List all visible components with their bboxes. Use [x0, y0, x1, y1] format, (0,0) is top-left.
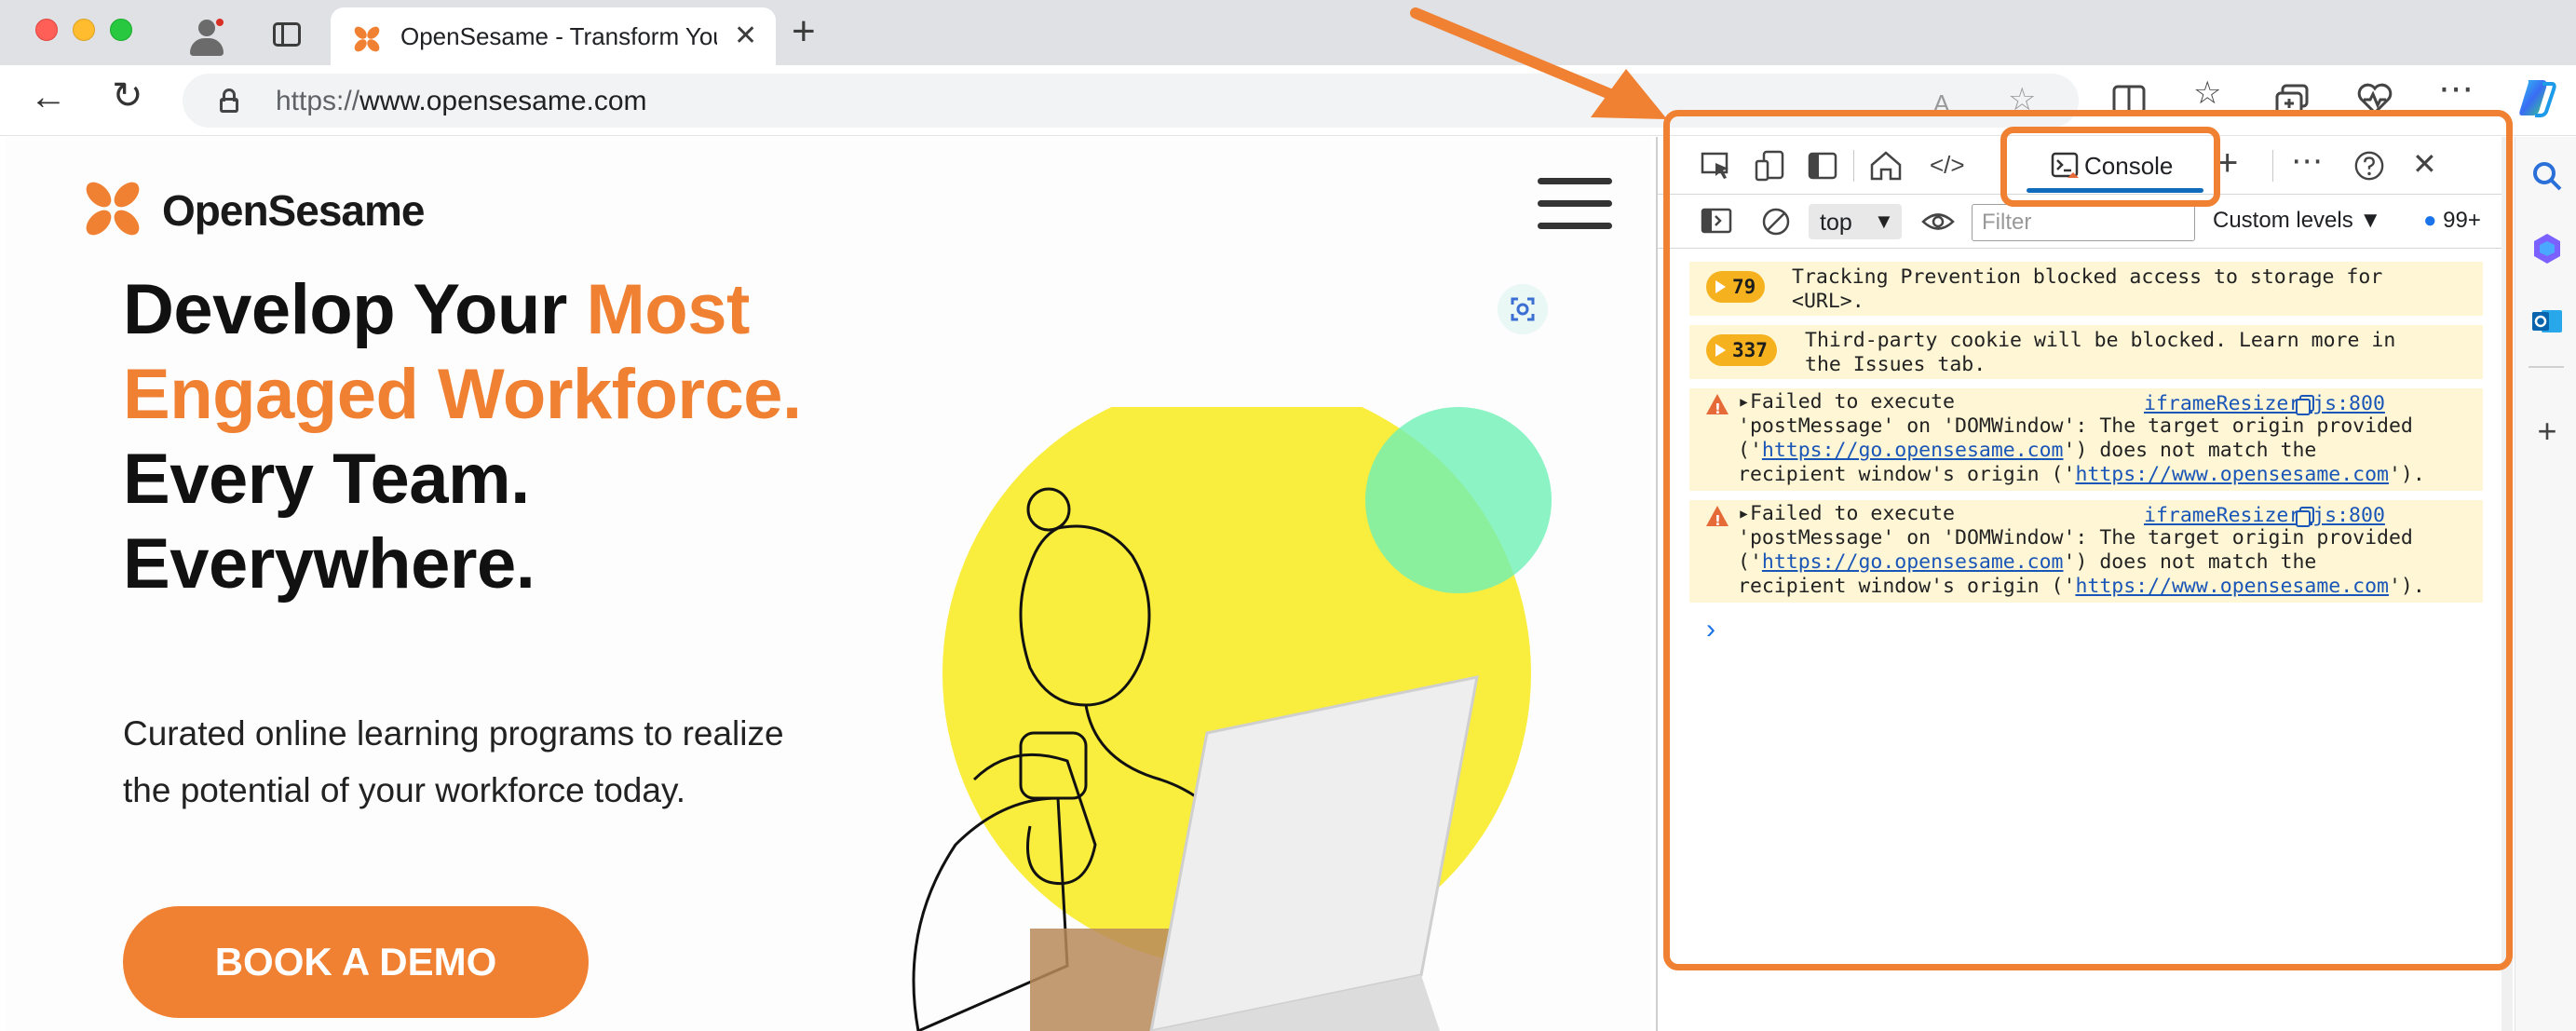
hero-subcopy: Curated online learning programs to real… — [123, 714, 784, 809]
message-count-badge[interactable]: 79 — [1706, 271, 1766, 303]
opensesame-logo[interactable]: OpenSesame — [80, 176, 453, 241]
console-filter-bar: top ▼ Filter Custom levels ▼ ● 99+ — [1658, 195, 2501, 249]
sidebar-toggle-icon[interactable] — [1701, 206, 1732, 237]
reload-icon[interactable]: ↻ — [112, 77, 143, 115]
issues-counter[interactable]: ● 99+ — [2423, 208, 2481, 234]
add-app-icon[interactable]: + — [2530, 414, 2564, 448]
copy-icon[interactable] — [2295, 506, 2315, 528]
back-icon[interactable]: ← — [30, 78, 67, 115]
console-tab-label: Console — [2084, 152, 2174, 180]
favorite-icon[interactable]: ☆ — [2008, 83, 2036, 116]
chevron-down-icon: ▼ — [1874, 210, 1894, 233]
warning-icon — [1706, 394, 1729, 421]
page-content: OpenSesame Develop Your Most Engaged Wor… — [6, 137, 1652, 1031]
origin-link[interactable]: https://www.opensesame.com — [2075, 463, 2389, 486]
origin-link[interactable]: https://www.opensesame.com — [2075, 575, 2389, 598]
source-link[interactable]: iframeResizer.js:800 — [2144, 504, 2385, 528]
console-warning[interactable]: ▸Failed to execute iframeResizer.js:800 … — [1689, 500, 2483, 603]
origin-link[interactable]: https://go.opensesame.com — [1762, 550, 2064, 574]
custom-levels-dropdown[interactable]: Custom levels ▼ — [2213, 208, 2381, 234]
search-icon[interactable] — [2530, 159, 2564, 193]
browser-toolbar: ← ↻ https://www.opensesame.com A ☆ ☆ ⋯ — [0, 65, 2576, 136]
favorites-icon[interactable]: ☆ — [2193, 76, 2221, 110]
tab-title: OpenSesame - Transform Your — [400, 22, 717, 50]
shopping-icon[interactable] — [2530, 232, 2564, 265]
visual-search-icon[interactable] — [1498, 284, 1548, 334]
elements-icon[interactable]: </> — [1930, 151, 1965, 183]
new-tab-button[interactable]: + — [792, 11, 816, 52]
more-tools-icon[interactable]: ⋯ — [2291, 142, 2323, 179]
devtools-tab-bar: </> Console + ⋯ ✕ — [1658, 137, 2501, 195]
tab-opensesame[interactable]: OpenSesame - Transform Your ✕ — [331, 7, 776, 65]
copy-icon[interactable] — [2295, 394, 2315, 416]
profile-icon[interactable] — [186, 15, 227, 56]
console-prompt[interactable]: › — [1706, 614, 1715, 645]
clear-console-icon[interactable] — [1760, 206, 1792, 237]
active-tab-indicator — [2027, 188, 2203, 193]
context-selector[interactable]: top ▼ — [1809, 204, 1902, 239]
devtools-scrollbar[interactable] — [2501, 137, 2513, 1031]
origin-link[interactable]: https://go.opensesame.com — [1762, 439, 2064, 462]
welcome-icon[interactable] — [1868, 150, 1904, 182]
hamburger-menu-icon[interactable] — [1538, 178, 1612, 230]
web-page: OpenSesame Develop Your Most Engaged Wor… — [0, 137, 1658, 1031]
read-aloud-icon[interactable]: A — [1933, 87, 1949, 120]
filter-input[interactable]: Filter — [1972, 204, 2195, 241]
scan-icon — [1511, 297, 1535, 321]
tab-console[interactable]: Console — [2019, 137, 2205, 195]
url-text[interactable]: https://www.opensesame.com — [276, 86, 647, 117]
context-value: top — [1820, 210, 1852, 236]
devtools-panel: </> Console + ⋯ ✕ top ▼ Filter Custom le… — [1656, 137, 2501, 1031]
inspect-icon[interactable] — [1701, 150, 1732, 182]
console-output: 79 Tracking Prevention blocked access to… — [1658, 249, 2501, 1031]
add-tool-icon[interactable]: + — [2217, 142, 2238, 183]
maximize-window-button[interactable] — [110, 19, 132, 41]
issues-icon: ● — [2423, 208, 2437, 233]
close-window-button[interactable] — [35, 19, 58, 41]
tab-strip: OpenSesame - Transform Your ✕ + — [0, 0, 2576, 65]
help-icon[interactable] — [2352, 150, 2386, 182]
opensesame-favicon-icon — [354, 26, 380, 52]
close-devtools-icon[interactable]: ✕ — [2412, 146, 2437, 181]
hero-illustration — [912, 407, 1552, 1031]
device-icon[interactable] — [1755, 150, 1786, 182]
hero-headline: Develop Your Most Engaged Workforce. Eve… — [123, 270, 802, 604]
sidebar-divider — [2529, 366, 2564, 368]
book-demo-button[interactable]: BOOK A DEMO — [123, 906, 589, 1018]
source-link[interactable]: iframeResizer.js:800 — [2144, 392, 2385, 416]
opensesame-logo-icon — [86, 182, 140, 236]
address-bar[interactable]: https://www.opensesame.com A ☆ — [183, 74, 2079, 128]
tabs-icon[interactable] — [273, 22, 301, 47]
dock-icon[interactable] — [1807, 150, 1838, 182]
expand-warning[interactable]: ▸Failed to execute — [1738, 502, 1955, 526]
message-count-badge[interactable]: 337 — [1706, 334, 1777, 366]
edge-sidebar: + — [2515, 137, 2576, 1031]
console-icon — [2051, 152, 2079, 178]
collections-icon[interactable] — [2274, 84, 2310, 117]
health-icon[interactable] — [2356, 82, 2393, 115]
console-message[interactable]: 79 Tracking Prevention blocked access to… — [1689, 262, 2483, 316]
eye-icon[interactable] — [1921, 208, 1955, 236]
more-icon[interactable]: ⋯ — [2438, 72, 2474, 107]
expand-warning[interactable]: ▸Failed to execute — [1738, 390, 1955, 414]
tab-close-icon[interactable]: ✕ — [734, 22, 757, 50]
lock-icon[interactable] — [220, 88, 238, 113]
console-message[interactable]: 337 Third-party cookie will be blocked. … — [1689, 325, 2483, 379]
console-warning[interactable]: ▸Failed to execute iframeResizer.js:800 … — [1689, 388, 2483, 491]
warning-icon — [1706, 506, 1729, 533]
copilot-icon[interactable] — [2515, 76, 2557, 119]
outlook-icon[interactable] — [2530, 305, 2564, 338]
split-screen-icon[interactable] — [2112, 84, 2146, 115]
minimize-window-button[interactable] — [73, 19, 95, 41]
logo-text: OpenSesame — [162, 186, 425, 235]
